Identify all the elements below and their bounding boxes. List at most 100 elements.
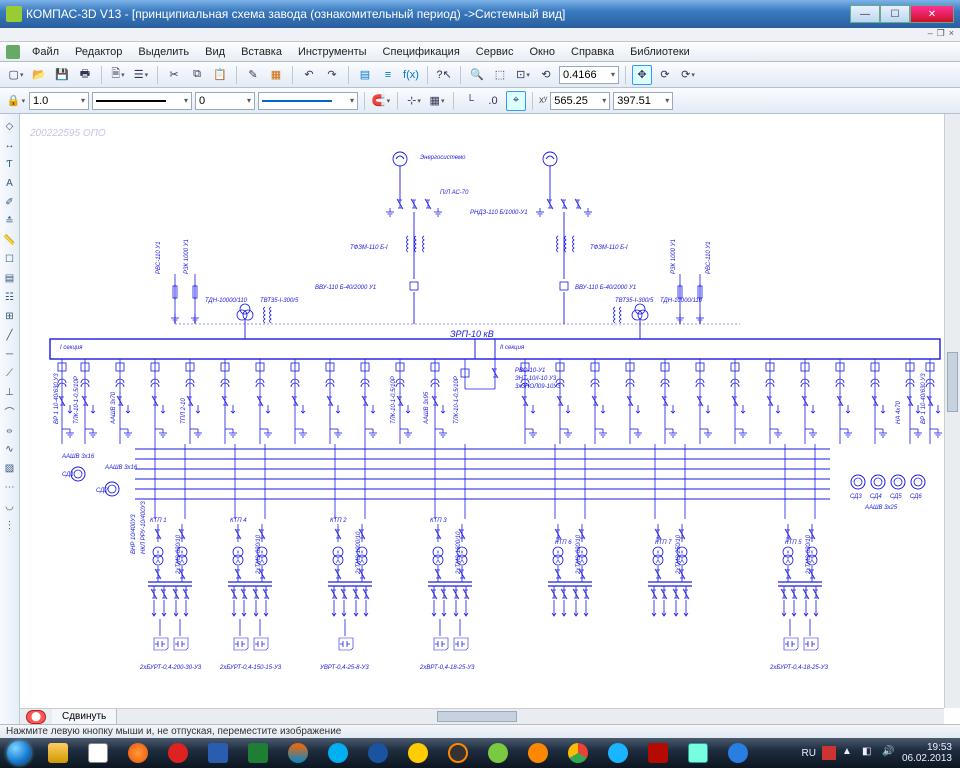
scrollbar-horizontal[interactable]: ⬤ Сдвинуть bbox=[20, 708, 944, 724]
clock[interactable]: 19:5306.02.2013 bbox=[902, 742, 952, 764]
undo-button[interactable]: ↶ bbox=[299, 65, 319, 85]
geom-icon[interactable]: ◇ bbox=[2, 118, 18, 134]
doc-manager-button[interactable]: ☰ bbox=[131, 65, 151, 85]
save-button[interactable]: 💾 bbox=[52, 65, 72, 85]
tan2-icon[interactable]: ⦵ bbox=[2, 422, 18, 438]
menu-service[interactable]: Сервис bbox=[468, 44, 522, 60]
tray-app-icon[interactable]: ◧ bbox=[862, 746, 876, 760]
cut-button[interactable]: ✂ bbox=[164, 65, 184, 85]
coords-button[interactable]: ⊹ bbox=[404, 91, 424, 111]
task-chrome[interactable] bbox=[559, 739, 597, 767]
line2-icon[interactable]: ─ bbox=[2, 346, 18, 362]
stop-button[interactable]: ⬤ bbox=[26, 710, 46, 724]
fx-button[interactable]: f(x) bbox=[401, 65, 421, 85]
grid-button[interactable]: ▦ bbox=[427, 91, 447, 111]
param-icon[interactable]: ≛ bbox=[2, 213, 18, 229]
views-icon[interactable]: ⊞ bbox=[2, 308, 18, 324]
mdi-restore[interactable]: ❐ bbox=[937, 28, 945, 41]
vars-button[interactable]: ≡ bbox=[378, 65, 398, 85]
tray-flag-icon[interactable] bbox=[822, 746, 836, 760]
menu-view[interactable]: Вид bbox=[197, 44, 233, 60]
zoom-combo[interactable]: 0.4166 bbox=[559, 66, 619, 84]
rebuild-button[interactable]: ⟳ bbox=[655, 65, 675, 85]
linewidth-combo[interactable]: 1.0 bbox=[29, 92, 89, 110]
spec-button[interactable]: ▦ bbox=[266, 65, 286, 85]
help-button[interactable]: ?↖ bbox=[434, 65, 454, 85]
ortho-button[interactable]: └ bbox=[460, 91, 480, 111]
text-icon[interactable]: A bbox=[2, 175, 18, 191]
tray-net-icon[interactable]: ▲ bbox=[842, 746, 856, 760]
window-close-button[interactable]: ✕ bbox=[910, 5, 954, 23]
menu-spec[interactable]: Спецификация bbox=[375, 44, 468, 60]
zoom-prev-button[interactable]: ⟲ bbox=[536, 65, 556, 85]
localcs-button[interactable]: ⌖ bbox=[506, 91, 526, 111]
task-skype[interactable] bbox=[319, 739, 357, 767]
spec-icon[interactable]: ▤ bbox=[2, 270, 18, 286]
lang-indicator[interactable]: RU bbox=[801, 748, 815, 759]
drawing-canvas[interactable]: 200222595 ОПО Энергосистемо П/Л АС-70 РН… bbox=[20, 114, 960, 724]
zoom-in-button[interactable]: 🔍 bbox=[467, 65, 487, 85]
menu-tools[interactable]: Инструменты bbox=[290, 44, 375, 60]
task-zona[interactable] bbox=[599, 739, 637, 767]
hatch-icon[interactable]: ▨ bbox=[2, 460, 18, 476]
window-minimize-button[interactable]: — bbox=[850, 5, 880, 23]
report-icon[interactable]: ☷ bbox=[2, 289, 18, 305]
task-agent[interactable] bbox=[399, 739, 437, 767]
menu-lib[interactable]: Библиотеки bbox=[622, 44, 698, 60]
style-combo[interactable]: 0 bbox=[195, 92, 255, 110]
mdi-close[interactable]: × bbox=[949, 28, 954, 41]
start-button[interactable] bbox=[0, 738, 38, 768]
task-wmp[interactable] bbox=[279, 739, 317, 767]
task-app1[interactable] bbox=[519, 739, 557, 767]
preview-button[interactable]: 🗎 bbox=[108, 65, 128, 85]
lib-button[interactable]: ▤ bbox=[355, 65, 375, 85]
coord-y-field[interactable]: 397.51 bbox=[613, 92, 673, 110]
task-word[interactable] bbox=[199, 739, 237, 767]
zoom-win-button[interactable]: ⬚ bbox=[490, 65, 510, 85]
tan-icon[interactable]: ⌒ bbox=[2, 403, 18, 419]
open-button[interactable]: 📂 bbox=[29, 65, 49, 85]
coord-x-field[interactable]: 565.25 bbox=[550, 92, 610, 110]
task-utorrent[interactable] bbox=[479, 739, 517, 767]
redo-button[interactable]: ↷ bbox=[322, 65, 342, 85]
lineshape-combo[interactable] bbox=[92, 92, 192, 110]
task-firefox[interactable] bbox=[119, 739, 157, 767]
task-tc[interactable] bbox=[79, 739, 117, 767]
line1-icon[interactable]: ╱ bbox=[2, 327, 18, 343]
new-button[interactable]: ▢ bbox=[6, 65, 26, 85]
menu-window[interactable]: Окно bbox=[521, 44, 563, 60]
task-kompas[interactable] bbox=[719, 739, 757, 767]
paste-button[interactable]: 📋 bbox=[210, 65, 230, 85]
menu-file[interactable]: Файл bbox=[24, 44, 67, 60]
menu-select[interactable]: Выделить bbox=[130, 44, 197, 60]
more-icon[interactable]: ⋮ bbox=[2, 517, 18, 533]
task-avast[interactable] bbox=[439, 739, 477, 767]
edit-icon[interactable]: ✐ bbox=[2, 194, 18, 210]
arc-icon[interactable]: ◡ bbox=[2, 498, 18, 514]
dim-icon[interactable]: ↔ bbox=[2, 137, 18, 153]
tray-vol-icon[interactable]: 🔊 bbox=[882, 746, 896, 760]
task-opera[interactable] bbox=[159, 739, 197, 767]
perp-icon[interactable]: ⊥ bbox=[2, 384, 18, 400]
scrollbar-vertical[interactable] bbox=[944, 114, 960, 708]
window-maximize-button[interactable]: ☐ bbox=[880, 5, 910, 23]
layer-combo[interactable] bbox=[258, 92, 358, 110]
round-button[interactable]: .0 bbox=[483, 91, 503, 111]
zoom-fit-button[interactable]: ⊡ bbox=[513, 65, 533, 85]
lock-button[interactable]: 🔒 bbox=[6, 91, 26, 111]
task-daum[interactable] bbox=[359, 739, 397, 767]
snap-button[interactable]: 🧲 bbox=[371, 91, 391, 111]
panel-tab[interactable]: Сдвинуть bbox=[52, 709, 117, 725]
menu-edit[interactable]: Редактор bbox=[67, 44, 130, 60]
menu-insert[interactable]: Вставка bbox=[233, 44, 290, 60]
menu-help[interactable]: Справка bbox=[563, 44, 622, 60]
task-acrobat[interactable] bbox=[639, 739, 677, 767]
refresh-button[interactable]: ⟳ bbox=[678, 65, 698, 85]
misc-icon[interactable]: ⋯ bbox=[2, 479, 18, 495]
mdi-minimize[interactable]: – bbox=[928, 28, 933, 41]
pan-button[interactable]: ✥ bbox=[632, 65, 652, 85]
props-button[interactable]: ✎ bbox=[243, 65, 263, 85]
notation-icon[interactable]: Ƭ bbox=[2, 156, 18, 172]
spline-icon[interactable]: ∿ bbox=[2, 441, 18, 457]
print-button[interactable]: 🖶 bbox=[75, 65, 95, 85]
